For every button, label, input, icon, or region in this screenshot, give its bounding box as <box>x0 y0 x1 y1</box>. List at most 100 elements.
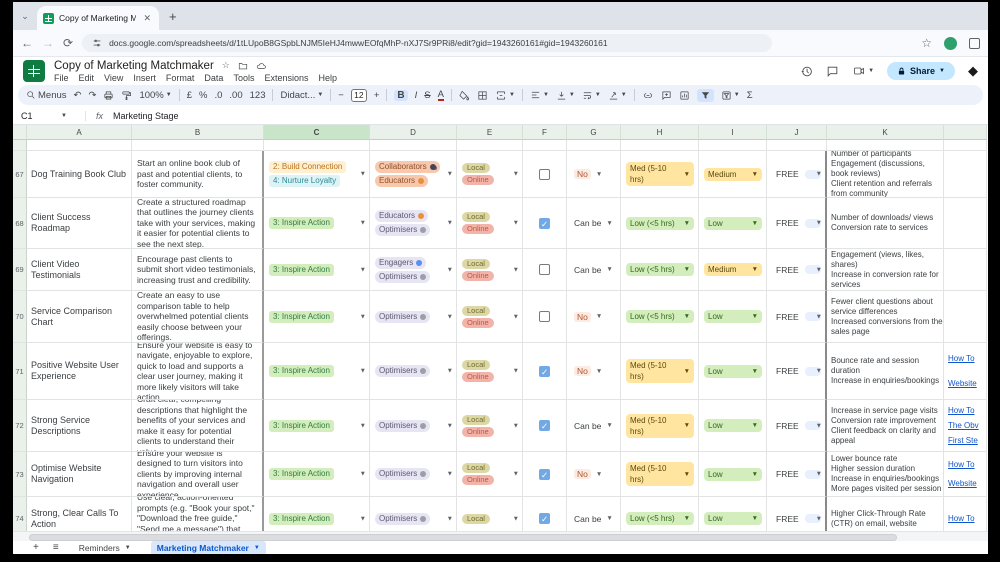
menus-search-button[interactable]: Menus <box>26 90 67 101</box>
dropdown-arrow-icon[interactable]: ▼ <box>816 266 822 273</box>
effort-chip[interactable]: Low ▼ <box>704 216 762 230</box>
decrease-decimal-icon[interactable]: .0 <box>214 90 222 101</box>
cell-cost[interactable]: FREE ▼ <box>767 291 827 343</box>
cell-marketing-stage[interactable]: 3: Inspire Action ▼ <box>264 291 370 343</box>
checkbox[interactable] <box>539 311 550 322</box>
cell-marketing-stage[interactable]: 3: Inspire Action ▼ <box>264 497 370 531</box>
extensions-icon[interactable] <box>969 37 980 49</box>
dropdown-arrow-icon[interactable]: ▼ <box>513 220 519 227</box>
cell-diy[interactable]: Can be ▼ <box>567 497 621 531</box>
redo-icon[interactable]: ↷ <box>88 90 96 101</box>
cell-resources[interactable] <box>944 151 987 198</box>
cell-idea[interactable]: Positive Website User Experience <box>27 343 132 400</box>
cell-effort[interactable]: Medium ▼ <box>699 249 767 291</box>
effort-chip[interactable]: Medium ▼ <box>704 263 762 276</box>
cell-effort[interactable]: Low ▼ <box>699 400 767 452</box>
cell-description[interactable]: Ensure your website is designed to turn … <box>132 452 264 497</box>
cell-marketing-stage[interactable]: 3: Inspire Action ▼ <box>264 198 370 249</box>
cell-resources[interactable]: How To <box>944 497 987 531</box>
name-box-dropdown-icon[interactable]: ▼ <box>61 113 67 119</box>
cell-metrics[interactable]: Fewer client questions about service dif… <box>827 291 944 343</box>
cell-cost[interactable]: FREE ▼ <box>767 400 827 452</box>
url-field[interactable]: docs.google.com/spreadsheets/d/1tLUpoB8G… <box>82 34 773 52</box>
vertical-align-icon[interactable]: ▼ <box>556 90 575 101</box>
insert-link-icon[interactable] <box>642 90 654 101</box>
dropdown-arrow-icon[interactable]: ▼ <box>447 313 453 320</box>
dropdown-arrow-icon[interactable]: ▼ <box>513 422 519 429</box>
dropdown-arrow-icon[interactable]: ▼ <box>752 311 758 322</box>
dropdown-arrow-icon[interactable]: ▼ <box>360 220 366 227</box>
dropdown-arrow-icon[interactable]: ▼ <box>447 422 453 429</box>
zoom-select[interactable]: 100% ▼ <box>139 90 171 101</box>
cell-diy[interactable]: No ▼ <box>567 452 621 497</box>
cell[interactable] <box>827 140 944 151</box>
cell-description[interactable]: Start an online book club of past and po… <box>132 151 264 198</box>
cell-marketing-stage[interactable]: 3: Inspire Action ▼ <box>264 452 370 497</box>
new-tab-button[interactable]: + <box>169 9 177 24</box>
cell-cost[interactable]: FREE ▼ <box>767 497 827 531</box>
dropdown-arrow-icon[interactable]: ▼ <box>606 422 612 429</box>
effort-chip[interactable]: Low ▼ <box>704 364 762 378</box>
cell-audience[interactable]: Educators Optimisers ▼ <box>370 198 457 249</box>
dropdown-arrow-icon[interactable]: ▼ <box>447 171 453 178</box>
cell-description[interactable]: Encourage past clients to submit short v… <box>132 249 264 291</box>
back-icon[interactable]: ← <box>21 36 33 50</box>
formula-input[interactable]: Marketing Stage <box>113 111 179 121</box>
effort-chip[interactable]: Medium ▼ <box>704 167 762 181</box>
checkbox[interactable]: ✓ <box>539 217 550 229</box>
functions-icon[interactable]: Σ <box>747 90 753 101</box>
effort-chip[interactable]: Low ▼ <box>704 419 762 432</box>
cell-time-needed[interactable]: Med (5-10 hrs) ▼ <box>621 343 699 400</box>
resource-link[interactable]: How To <box>948 514 986 523</box>
dropdown-arrow-icon[interactable]: ▼ <box>752 469 758 480</box>
cell-metrics[interactable]: Bounce rate and session duration Increase… <box>827 343 944 400</box>
cell-diy[interactable]: No ▼ <box>567 343 621 400</box>
cell-format[interactable]: Local Online ▼ <box>457 291 523 343</box>
dropdown-arrow-icon[interactable]: ▼ <box>360 515 366 522</box>
row-number[interactable]: 69 <box>13 249 27 291</box>
cell-resources[interactable] <box>944 198 987 249</box>
cell[interactable] <box>567 140 621 151</box>
cell-idea[interactable]: Service Comparison Chart <box>27 291 132 343</box>
menu-format[interactable]: Format <box>166 73 195 83</box>
cell-effort[interactable]: Low ▼ <box>699 291 767 343</box>
menu-tools[interactable]: Tools <box>233 73 254 83</box>
dropdown-arrow-icon[interactable]: ▼ <box>596 313 602 320</box>
cell-audience[interactable]: Optimisers ▼ <box>370 452 457 497</box>
cell-metrics[interactable]: Number of participants Engagement (discus… <box>827 151 944 198</box>
dropdown-arrow-icon[interactable]: ▼ <box>816 220 822 227</box>
sheets-logo-icon[interactable] <box>23 60 45 82</box>
dropdown-arrow-icon[interactable]: ▼ <box>360 171 366 178</box>
cell-description[interactable]: Ensure your website is easy to navigate,… <box>132 343 264 400</box>
dropdown-arrow-icon[interactable]: ▼ <box>684 469 690 480</box>
time-chip[interactable]: Low (<5 hrs) ▼ <box>626 216 694 230</box>
cell-resources[interactable]: How To Website <box>944 343 987 400</box>
row-number[interactable]: 73 <box>13 452 27 497</box>
time-chip[interactable]: Med (5-10 hrs) ▼ <box>626 162 694 186</box>
cell-description[interactable]: Craft clear, compelling descriptions tha… <box>132 400 264 452</box>
column-header-H[interactable]: H <box>621 125 699 140</box>
dropdown-arrow-icon[interactable]: ▼ <box>684 513 690 524</box>
cell-description[interactable]: Use clear, action-oriented prompts (e.g.… <box>132 497 264 531</box>
cell-resources[interactable]: How To The Obv First Ste <box>944 400 987 452</box>
fill-color-icon[interactable] <box>459 90 470 101</box>
resource-link[interactable]: First Ste <box>948 436 986 445</box>
cell-idea[interactable]: Client Success Roadmap <box>27 198 132 249</box>
effort-chip[interactable]: Low ▼ <box>704 467 762 481</box>
horizontal-scrollbar-thumb[interactable] <box>29 533 897 541</box>
dropdown-arrow-icon[interactable]: ▼ <box>360 368 366 375</box>
checkbox[interactable]: ✓ <box>539 365 550 377</box>
cell-checkbox[interactable]: ✓ <box>523 452 567 497</box>
cell-metrics[interactable]: Increase in service page visits Conversio… <box>827 400 944 452</box>
menu-insert[interactable]: Insert <box>133 73 156 83</box>
column-header-J[interactable]: J <box>767 125 827 140</box>
resource-link[interactable]: Website <box>948 379 986 388</box>
time-chip[interactable]: Med (5-10 hrs) ▼ <box>626 359 694 383</box>
dropdown-arrow-icon[interactable]: ▼ <box>684 366 690 377</box>
cell-format[interactable]: Local ▼ <box>457 497 523 531</box>
cell-format[interactable]: Local Online ▼ <box>457 198 523 249</box>
time-chip[interactable]: Low (<5 hrs) ▼ <box>626 263 694 276</box>
effort-chip[interactable]: Low ▼ <box>704 310 762 323</box>
dropdown-arrow-icon[interactable]: ▼ <box>752 169 758 180</box>
column-header-G[interactable]: G <box>567 125 621 140</box>
